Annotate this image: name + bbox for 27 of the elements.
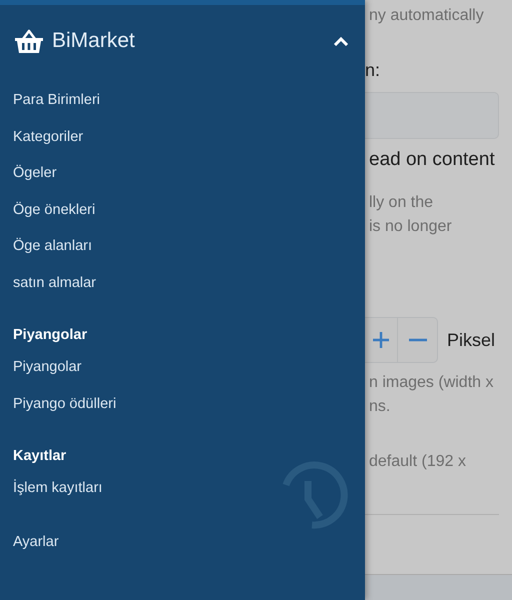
chevron-icon[interactable]	[333, 36, 349, 46]
section-heading: Piyangolar	[12, 326, 88, 345]
menu-item[interactable]: Öge önekleri	[0, 192, 365, 228]
section-heading: Kayıtlar	[12, 447, 68, 466]
hint-text: default (192 x	[369, 453, 467, 471]
menu-item[interactable]: Öge alanları	[0, 228, 365, 264]
input-field[interactable]	[365, 92, 499, 139]
menu-item[interactable]: İşlem kayıtları	[0, 470, 365, 506]
menu-item[interactable]: Piyangolar	[0, 349, 365, 386]
menu-item[interactable]: Ögeler	[0, 155, 365, 192]
decrement-button[interactable]	[398, 317, 438, 363]
app-title: BiMarket	[52, 29, 136, 53]
basket-icon	[14, 28, 44, 54]
field-label: n:	[365, 60, 382, 81]
menu-item[interactable]: Kategoriler	[0, 118, 365, 155]
hint-text: n images (width x ns.	[369, 373, 494, 417]
description-text: ny automatically	[369, 7, 485, 25]
increment-button[interactable]	[365, 317, 398, 363]
option-label: ead on content	[369, 149, 496, 171]
plus-icon	[373, 332, 389, 348]
menu-item[interactable]: Para Birimleri	[0, 82, 365, 118]
menu-item[interactable]: Piyango ödülleri	[0, 386, 365, 422]
unit-label: Piksel	[447, 330, 496, 350]
hint-text: lly on the is no longer	[369, 193, 453, 237]
menu-item[interactable]: Ayarlar	[0, 524, 365, 560]
menu-item[interactable]: satın almalar	[0, 264, 365, 301]
minus-icon	[408, 338, 426, 342]
